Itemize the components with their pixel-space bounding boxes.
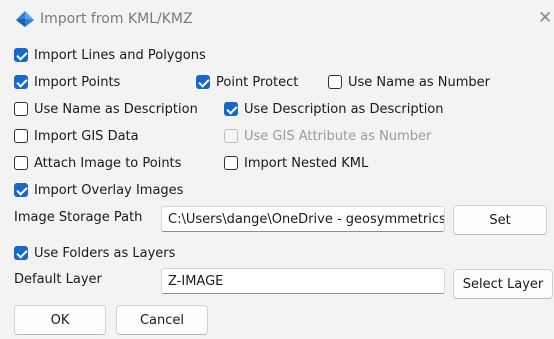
use-description-as-description-checkbox[interactable]: Use Description as Description	[224, 99, 444, 119]
import-lines-polygons-checkbox[interactable]: Import Lines and Polygons	[14, 45, 206, 65]
cancel-button[interactable]: Cancel	[116, 305, 208, 335]
use-folders-as-layers-label: Use Folders as Layers	[34, 245, 176, 261]
set-button[interactable]: Set	[453, 205, 547, 235]
checkbox-checked-icon	[224, 102, 238, 116]
select-layer-button[interactable]: Select Layer	[453, 269, 553, 299]
image-storage-path-input[interactable]: C:\Users\dange\OneDrive - geosymmetrics	[161, 206, 445, 232]
checkbox-checked-icon	[14, 246, 28, 260]
import-points-label: Import Points	[34, 74, 121, 90]
import-overlay-images-checkbox[interactable]: Import Overlay Images	[14, 180, 183, 200]
checkbox-checked-icon	[196, 75, 210, 89]
window-title: Import from KML/KMZ	[40, 11, 193, 27]
use-name-as-description-label: Use Name as Description	[34, 101, 198, 117]
use-folders-as-layers-checkbox[interactable]: Use Folders as Layers	[14, 243, 175, 263]
attach-image-to-points-checkbox[interactable]: Attach Image to Points	[14, 153, 181, 173]
default-layer-label: Default Layer	[14, 272, 102, 287]
import-overlay-images-label: Import Overlay Images	[34, 182, 184, 198]
checkbox-unchecked-icon	[14, 102, 28, 116]
use-name-as-number-checkbox[interactable]: Use Name as Number	[328, 72, 490, 92]
import-points-checkbox[interactable]: Import Points	[14, 72, 120, 92]
import-nested-kml-label: Import Nested KML	[244, 155, 369, 171]
import-gis-data-label: Import GIS Data	[34, 128, 139, 144]
use-name-as-description-checkbox[interactable]: Use Name as Description	[14, 99, 198, 119]
ok-button[interactable]: OK	[14, 305, 106, 335]
import-gis-data-checkbox[interactable]: Import GIS Data	[14, 126, 139, 146]
attach-image-to-points-label: Attach Image to Points	[34, 155, 182, 171]
checkbox-checked-icon	[14, 48, 28, 62]
app-logo-icon	[16, 11, 34, 27]
close-icon[interactable]: ✕	[538, 9, 552, 27]
image-storage-path-label: Image Storage Path	[14, 210, 143, 225]
checkbox-checked-icon	[14, 183, 28, 197]
use-gis-attribute-as-number-checkbox[interactable]: Use GIS Attribute as Number	[224, 126, 431, 146]
checkbox-disabled-icon	[224, 129, 238, 143]
point-protect-label: Point Protect	[216, 74, 299, 90]
default-layer-input[interactable]: Z-IMAGE	[161, 268, 445, 294]
use-description-as-description-label: Use Description as Description	[244, 101, 444, 117]
checkbox-unchecked-icon	[224, 156, 238, 170]
checkbox-unchecked-icon	[328, 75, 342, 89]
title-bar[interactable]: Import from KML/KMZ ✕	[0, 0, 554, 38]
point-protect-checkbox[interactable]: Point Protect	[196, 72, 298, 92]
checkbox-unchecked-icon	[14, 156, 28, 170]
import-nested-kml-checkbox[interactable]: Import Nested KML	[224, 153, 368, 173]
checkbox-unchecked-icon	[14, 129, 28, 143]
use-name-as-number-label: Use Name as Number	[348, 74, 490, 90]
import-lines-polygons-label: Import Lines and Polygons	[34, 47, 206, 63]
use-gis-attribute-as-number-label: Use GIS Attribute as Number	[244, 128, 432, 144]
checkbox-checked-icon	[14, 75, 28, 89]
